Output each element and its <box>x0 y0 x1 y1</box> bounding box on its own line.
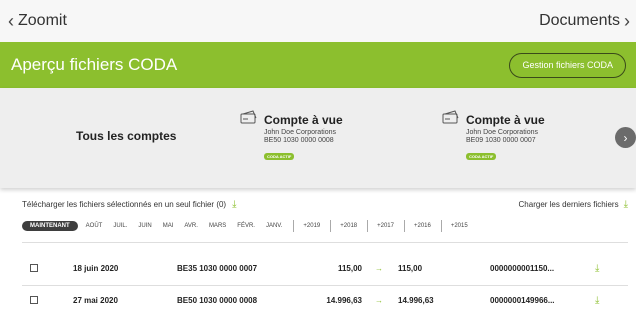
documents-label: Documents <box>539 12 620 29</box>
row-date: 27 mai 2020 <box>73 295 118 305</box>
table-row[interactable]: 27 mai 2020 BE50 1030 0000 0008 14.996,6… <box>0 290 636 310</box>
divider <box>403 220 405 232</box>
row-amount-to: 14.996,63 <box>398 295 434 305</box>
download-icon[interactable]: ⤓ <box>595 263 599 274</box>
chevron-right-icon: › <box>623 130 628 145</box>
filter-month[interactable]: MAI <box>163 223 174 229</box>
row-checkbox[interactable] <box>30 296 38 304</box>
row-checkbox[interactable] <box>30 264 38 272</box>
row-account: BE35 1030 0000 0007 <box>177 263 258 273</box>
row-amount-from: 14.996,63 <box>326 295 362 305</box>
account-name: Compte à vue <box>264 112 343 127</box>
divider <box>293 220 295 232</box>
filter-year[interactable]: +2015 <box>451 223 468 229</box>
row-amount-from: 115,00 <box>337 263 362 273</box>
download-selected-label: Télécharger les fichiers sélectionnés en… <box>22 200 227 209</box>
arrow-right-icon: → <box>375 295 383 305</box>
coda-status-badge: CODA ACTIF <box>264 153 295 160</box>
filter-month[interactable]: AVR. <box>184 223 198 229</box>
chevron-right-icon: › <box>624 11 630 31</box>
filter-month[interactable]: JANV. <box>266 223 282 229</box>
filter-chip-now[interactable]: MAINTENANT <box>22 221 78 231</box>
filter-month[interactable]: AOÛT <box>86 223 103 229</box>
card-icon <box>442 110 460 129</box>
date-filter-bar: MAINTENANT AOÛT JUIL. JUIN MAI AVR. MARS… <box>22 220 478 232</box>
filter-year[interactable]: +2017 <box>377 223 394 229</box>
row-date: 18 juin 2020 <box>73 263 119 273</box>
table-row[interactable]: 18 juin 2020 BE35 1030 0000 0007 115,00 … <box>0 258 636 278</box>
account-name: Compte à vue <box>466 112 545 127</box>
card-icon <box>240 110 258 129</box>
account-owner: John Doe Corporations <box>466 129 538 136</box>
load-latest-link[interactable]: Charger les derniers fichiers ⤓ <box>519 199 628 210</box>
row-reference: 0000000001150... <box>490 263 555 273</box>
filter-year[interactable]: +2018 <box>340 223 357 229</box>
all-accounts-tab[interactable]: Tous les comptes <box>76 129 176 143</box>
chevron-left-icon: ‹ <box>8 11 14 31</box>
filter-month[interactable]: JUIN <box>138 223 151 229</box>
account-owner: John Doe Corporations <box>264 129 336 136</box>
divider <box>367 220 369 232</box>
divider <box>22 242 628 243</box>
accounts-carousel: Tous les comptes Compte à vue John Doe C… <box>0 88 636 188</box>
page-header: Aperçu fichiers CODA Gestion fichiers CO… <box>0 42 636 88</box>
back-link[interactable]: ‹ Zoomit <box>8 12 67 30</box>
manage-coda-button[interactable]: Gestion fichiers CODA <box>509 52 626 78</box>
account-card[interactable]: Compte à vue John Doe Corporations BE50 … <box>240 110 343 163</box>
download-icon: ⤓ <box>232 199 237 210</box>
filter-month[interactable]: MARS <box>209 223 226 229</box>
load-latest-label: Charger les derniers fichiers <box>518 200 619 209</box>
filter-year[interactable]: +2019 <box>303 223 320 229</box>
download-icon[interactable]: ⤓ <box>595 295 599 306</box>
filter-month[interactable]: FÉVR. <box>237 223 255 229</box>
divider <box>330 220 332 232</box>
filter-month[interactable]: JUIL. <box>113 223 127 229</box>
coda-status-badge: CODA ACTIF <box>466 153 497 160</box>
account-card[interactable]: Compte à vue John Doe Corporations BE09 … <box>442 110 545 163</box>
row-account: BE50 1030 0000 0008 <box>177 295 258 305</box>
filter-year[interactable]: +2016 <box>414 223 431 229</box>
documents-link[interactable]: Documents › <box>539 12 630 30</box>
row-reference: 0000000149966... <box>490 295 555 305</box>
download-selected-link[interactable]: Télécharger les fichiers sélectionnés en… <box>22 199 237 210</box>
download-icon: ⤓ <box>623 199 628 210</box>
carousel-next-button[interactable]: › <box>615 127 636 148</box>
divider <box>440 220 442 232</box>
row-amount-to: 115,00 <box>398 263 423 273</box>
account-iban: BE50 1030 0000 0008 <box>264 137 334 144</box>
top-navigation: ‹ Zoomit Documents › <box>0 0 636 42</box>
arrow-right-icon: → <box>375 263 383 273</box>
back-label: Zoomit <box>18 12 67 29</box>
account-iban: BE09 1030 0000 0007 <box>466 137 536 144</box>
page-title: Aperçu fichiers CODA <box>11 55 178 74</box>
divider <box>22 285 628 286</box>
